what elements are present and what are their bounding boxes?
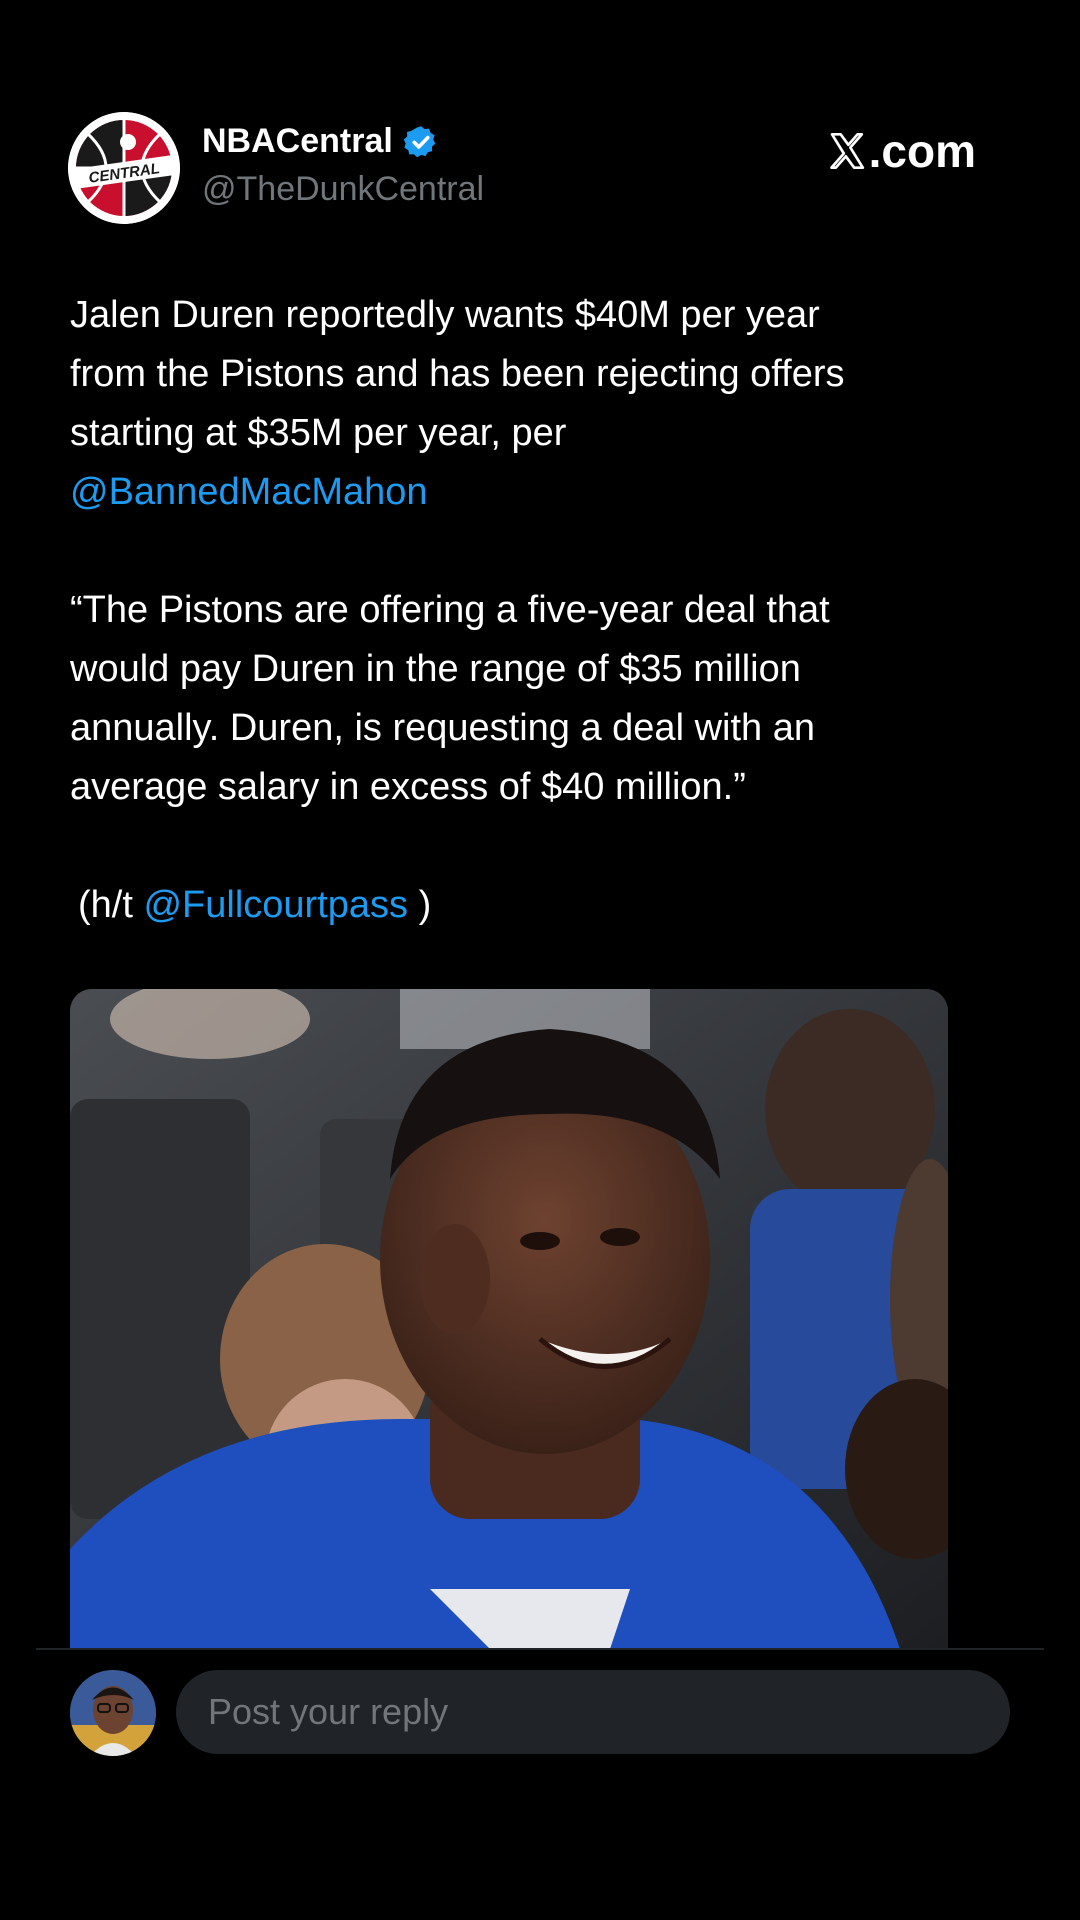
player-photo: [70, 989, 948, 1649]
tweet-line: from the Pistons and has been rejecting …: [70, 353, 845, 395]
reply-input-container[interactable]: [176, 1670, 1010, 1754]
quote-line: “The Pistons are offering a five-year de…: [70, 589, 830, 631]
x-logo-icon: [829, 133, 864, 170]
quote-line: would pay Duren in the range of $35 mill…: [70, 648, 801, 690]
hat-tip-suffix: ): [418, 884, 432, 926]
author-avatar[interactable]: CENTRAL: [68, 112, 180, 224]
x-com-label: .com: [868, 125, 976, 177]
author-display-name[interactable]: NBACentral: [202, 122, 393, 161]
mention-link[interactable]: @BannedMacMahon: [70, 471, 428, 513]
user-avatar-image: [70, 1670, 156, 1756]
author-handle[interactable]: @TheDunkCentral: [202, 170, 484, 209]
nbacentral-logo: CENTRAL: [68, 112, 180, 224]
tweet-line: starting at $35M per year, per: [70, 412, 567, 454]
author-name-row: NBACentral: [202, 122, 439, 161]
reply-input[interactable]: [206, 1690, 970, 1734]
reply-divider: [36, 1648, 1044, 1650]
tweet-photo[interactable]: [70, 989, 948, 1649]
hat-tip-prefix: (h/t: [78, 884, 133, 926]
quote-line: annually. Duren, is requesting a deal wi…: [70, 707, 815, 749]
user-avatar[interactable]: [70, 1670, 156, 1756]
x-com-brand: .com: [827, 124, 976, 178]
mention-link[interactable]: @Fullcourtpass: [143, 884, 408, 926]
verified-badge-icon: [403, 125, 436, 157]
tweet-header: CENTRAL NBACentral @TheDunkCentral .com: [68, 112, 1012, 224]
tweet-body: Jalen Duren reportedly wants $40M per ye…: [70, 286, 970, 935]
quote-line: average salary in excess of $40 million.…: [70, 766, 746, 808]
tweet-line: Jalen Duren reportedly wants $40M per ye…: [70, 294, 820, 336]
